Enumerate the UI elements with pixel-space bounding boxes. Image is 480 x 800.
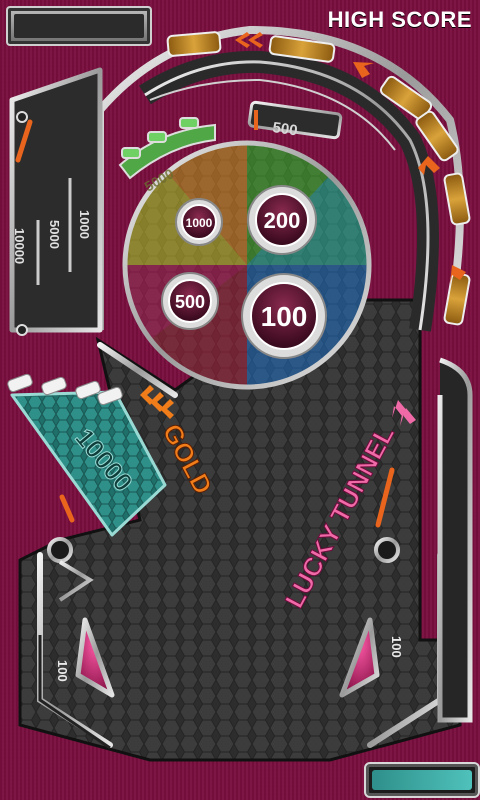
bumper-100-label: 100 bbox=[261, 301, 308, 332]
sling-left-score: 100 bbox=[55, 660, 70, 682]
post bbox=[47, 537, 73, 563]
left-score-10000: 10000 bbox=[12, 228, 27, 264]
bumper-200[interactable]: 200 bbox=[247, 185, 317, 255]
post bbox=[16, 324, 28, 336]
left-lane-guide-orange bbox=[59, 494, 75, 523]
plunger-spring bbox=[372, 770, 472, 790]
sling-right-score: 100 bbox=[389, 636, 404, 658]
post bbox=[374, 537, 400, 563]
bumper-500-label: 500 bbox=[175, 292, 205, 312]
bumper-100[interactable]: 100 bbox=[241, 273, 327, 359]
plunger-lane-rail bbox=[437, 357, 473, 723]
post bbox=[16, 111, 28, 123]
bumper-500[interactable]: 500 bbox=[161, 272, 219, 330]
plunger[interactable] bbox=[364, 762, 480, 798]
bumper-1000-label: 1000 bbox=[186, 216, 213, 230]
bumper-200-label: 200 bbox=[264, 208, 301, 233]
left-upper-lane bbox=[9, 67, 103, 333]
left-score-5000: 5000 bbox=[47, 220, 62, 249]
bumper-1000[interactable]: 1000 bbox=[175, 198, 223, 246]
pinball-table: 100 100 1000 5000 10000 5000 500 1000 20… bbox=[7, 25, 473, 762]
lane-score-500: 500 bbox=[271, 119, 298, 139]
left-score-1000: 1000 bbox=[77, 210, 92, 239]
